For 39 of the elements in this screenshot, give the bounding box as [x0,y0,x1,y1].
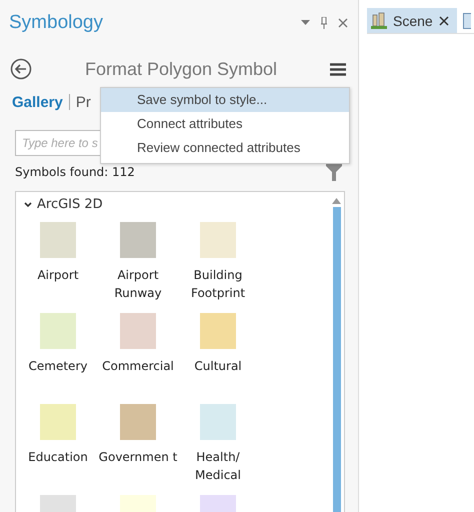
menu-item[interactable]: Connect attributes [101,112,349,136]
symbol-swatch[interactable] [200,404,236,440]
symbol-label: Building Footprint [190,267,246,302]
symbol-label: Cultural [193,358,243,375]
symbol-swatch[interactable] [200,222,236,258]
document-tab[interactable]: Scene [367,8,457,33]
scene-icon [371,12,387,29]
symbol-label: Commercial [101,358,175,375]
symbol-label: Health/ Medical [194,449,242,484]
symbol-label: Governmen t [98,449,178,466]
group-header[interactable]: ArcGIS 2D [37,197,103,212]
menu-item[interactable]: Save symbol to style... [101,88,349,112]
back-icon[interactable] [10,58,32,80]
close-icon[interactable] [338,18,348,28]
dropdown-icon[interactable] [301,20,310,26]
symbol-label: Cemetery [28,358,88,375]
symbol-swatch[interactable] [120,404,156,440]
symbol-count: Symbols found: 112 [15,165,135,179]
tab[interactable]: Pr [76,94,91,110]
menu-item[interactable]: Review connected attributes [101,136,349,160]
symbol-swatch[interactable] [120,222,156,258]
pane-title: Symbology [9,12,103,34]
symbol-label: Airport Runway [113,267,163,302]
tab[interactable]: Gallery [12,94,63,110]
filter-icon[interactable] [326,164,342,180]
scroll-up-icon[interactable] [332,198,341,204]
symbol-swatch[interactable] [40,222,76,258]
panel-heading: Format Polygon Symbol [84,58,278,80]
chevron-icon[interactable] [24,202,32,208]
symbol-swatch[interactable] [40,404,76,440]
symbol-label: Airport [36,267,80,284]
pin-icon[interactable] [320,17,328,29]
close-icon[interactable] [438,16,449,26]
symbol-swatch[interactable] [200,313,236,349]
scrollbar-thumb[interactable] [332,207,340,512]
symbol-label: Education [27,449,89,466]
symbol-swatch[interactable] [120,313,156,349]
symbol-swatch[interactable] [40,313,76,349]
menu-icon[interactable] [330,62,346,76]
